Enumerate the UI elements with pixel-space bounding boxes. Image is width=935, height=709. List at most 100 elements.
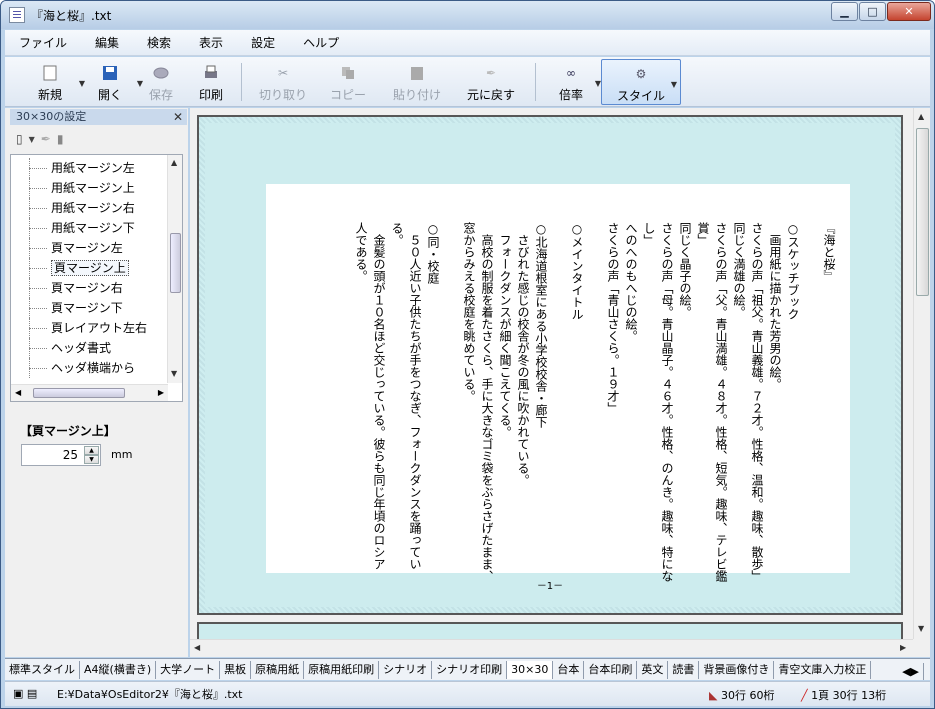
- text-column[interactable]: 同じく晶子の絵。: [676, 222, 694, 562]
- tab-manuscript[interactable]: 原稿用紙: [251, 660, 305, 679]
- copy-button[interactable]: コピー: [323, 59, 373, 105]
- menu-edit[interactable]: 編集: [81, 34, 133, 51]
- open-button[interactable]: 開く ▼: [87, 59, 143, 105]
- new-button[interactable]: 新規 ▼: [25, 59, 85, 105]
- tree-item[interactable]: 用紙マージン上: [11, 178, 171, 198]
- tab-scenario[interactable]: シナリオ: [379, 660, 433, 679]
- tab-background-image[interactable]: 背景画像付き: [699, 660, 775, 679]
- tree-item[interactable]: ヘッダ書式: [11, 338, 171, 358]
- style-button[interactable]: ⚙ スタイル ▼: [601, 59, 681, 105]
- tab-aozora[interactable]: 青空文庫入力校正: [774, 660, 872, 679]
- text-column[interactable]: ○メインタイトル: [568, 222, 586, 562]
- text-column[interactable]: 高校の制服を着たさくら、手に大きなゴミ袋をぶらさげたまま、: [478, 222, 496, 582]
- minimize-button[interactable]: ▁: [831, 2, 858, 21]
- page[interactable]: 『海と桜』 ○スケッチブック 画用紙に描かれた芳男の絵。 さくらの声「祖父。青山義雄…: [266, 184, 850, 582]
- settings-tree[interactable]: 用紙マージン左 用紙マージン上 用紙マージン右 用紙マージン下 頁マージン左 頁…: [10, 154, 183, 402]
- scroll-right-icon[interactable]: ▶: [900, 643, 906, 652]
- tree-item-selected[interactable]: 頁マージン上: [11, 258, 171, 278]
- tab-scenario-print[interactable]: シナリオ印刷: [432, 660, 508, 679]
- zoom-button[interactable]: ∞ 倍率 ▼: [551, 59, 601, 105]
- text-column[interactable]: 画用紙に描かれた芳男の絵。: [766, 222, 784, 562]
- scroll-up-icon[interactable]: ▲: [171, 158, 177, 167]
- text-column[interactable]: 人である。: [352, 222, 370, 562]
- settings-panel: 30×30の設定 ✕ ▯ ▼ ✒ ▮ 用紙マージン左 用紙マージン上 用紙マージ…: [5, 108, 188, 657]
- text-column[interactable]: ○スケッチブック: [784, 222, 802, 562]
- title-bar[interactable]: 『海と桜』.txt ▁ □ ✕: [1, 1, 934, 29]
- scroll-down-icon[interactable]: ▼: [918, 624, 924, 633]
- text-column[interactable]: 金髪の頭が１０名ほど交じっている。彼らも同じ年頃のロシア: [370, 222, 388, 570]
- tab-blackboard[interactable]: 黒板: [220, 660, 252, 679]
- close-button[interactable]: ✕: [887, 2, 931, 21]
- scroll-down-icon[interactable]: ▼: [171, 369, 177, 378]
- text-column[interactable]: 『海と桜』: [820, 222, 838, 562]
- text-column[interactable]: さびれた感じの校舎が冬の風に吹かれている。: [514, 222, 532, 562]
- page-icon[interactable]: ▮: [57, 132, 64, 146]
- text-column[interactable]: ○北海道根室にある小学校校舎・廊下: [532, 222, 550, 562]
- tab-a4[interactable]: A4縦(横書き): [80, 660, 157, 679]
- tab-scroll-icon[interactable]: ◀▶: [898, 663, 924, 680]
- menu-file[interactable]: ファイル: [5, 34, 81, 51]
- tree-item[interactable]: 頁マージン下: [11, 298, 171, 318]
- tab-english[interactable]: 英文: [637, 660, 669, 679]
- tree-item[interactable]: 頁レイアウト左右: [11, 318, 171, 338]
- text-column[interactable]: し」: [640, 222, 658, 562]
- chevron-down-icon[interactable]: ▼: [29, 135, 35, 144]
- text-column[interactable]: 賞」: [694, 222, 712, 562]
- scroll-right-icon[interactable]: ▶: [158, 388, 164, 397]
- scroll-thumb[interactable]: [916, 128, 929, 296]
- text-column[interactable]: へのへのもへじの絵。: [622, 222, 640, 562]
- tab-script-print[interactable]: 台本印刷: [584, 660, 638, 679]
- text-column[interactable]: さくらの声「父。青山満雄。４８才。性格、短気。趣味、テレビ鑑: [712, 222, 730, 582]
- chevron-down-icon[interactable]: ▼: [671, 80, 677, 89]
- chevron-down-icon[interactable]: ▼: [79, 79, 85, 88]
- text-column[interactable]: さくらの声「祖父。青山義雄。７２才。性格、温和。趣味、散歩」: [748, 222, 766, 582]
- menu-settings[interactable]: 設定: [237, 34, 289, 51]
- undo-button[interactable]: ✒ 元に戻す: [461, 59, 521, 105]
- tree-vertical-scrollbar[interactable]: ▲ ▼: [167, 155, 182, 383]
- text-column[interactable]: 窓からみえる校庭を眺めている。: [460, 222, 478, 562]
- tree-item[interactable]: 用紙マージン左: [11, 158, 171, 178]
- spin-up-icon[interactable]: ▲: [84, 446, 99, 455]
- new-icon[interactable]: ▯: [16, 132, 23, 146]
- text-column[interactable]: ５０人近い子供たちが手をつなぎ、フォークダンスを踊ってい: [406, 222, 424, 570]
- tree-item[interactable]: 用紙マージン右: [11, 198, 171, 218]
- scroll-thumb[interactable]: [33, 388, 125, 398]
- margin-stepper[interactable]: ▲ ▼: [21, 444, 101, 466]
- menu-help[interactable]: ヘルプ: [289, 34, 353, 51]
- print-button[interactable]: 印刷: [191, 59, 231, 105]
- menu-view[interactable]: 表示: [185, 34, 237, 51]
- tab-script[interactable]: 台本: [553, 660, 585, 679]
- text-column[interactable]: フォークダンスが細く聞こえてくる。: [496, 222, 514, 562]
- tree-item[interactable]: 用紙マージン下: [11, 218, 171, 238]
- tab-notebook[interactable]: 大学ノート: [156, 660, 221, 679]
- tab-manuscript-print[interactable]: 原稿用紙印刷: [304, 660, 380, 679]
- scroll-thumb[interactable]: [170, 233, 181, 293]
- save-button[interactable]: 保存: [141, 59, 181, 105]
- spin-down-icon[interactable]: ▼: [84, 455, 99, 464]
- vertical-text[interactable]: 『海と桜』 ○スケッチブック 画用紙に描かれた芳男の絵。 さくらの声「祖父。青山義雄…: [266, 222, 850, 582]
- paste-button[interactable]: 貼り付け: [389, 59, 445, 105]
- scroll-up-icon[interactable]: ▲: [918, 112, 924, 121]
- close-icon[interactable]: ✕: [173, 109, 183, 125]
- menu-search[interactable]: 検索: [133, 34, 185, 51]
- vertical-scrollbar[interactable]: ▲ ▼: [913, 108, 930, 639]
- tree-item[interactable]: ヘッダ横端から: [11, 358, 171, 378]
- maximize-button[interactable]: □: [859, 2, 886, 21]
- scroll-left-icon[interactable]: ◀: [194, 643, 200, 652]
- scroll-left-icon[interactable]: ◀: [15, 388, 21, 397]
- pen-icon[interactable]: ✒: [41, 132, 51, 146]
- text-column[interactable]: る。: [388, 222, 406, 562]
- text-column[interactable]: さくらの声「母。青山晶子。４６才。性格、のんき。趣味、特にな: [658, 222, 676, 582]
- text-column[interactable]: 同じく満雄の絵。: [730, 222, 748, 562]
- tab-30x30[interactable]: 30×30: [507, 660, 554, 679]
- tab-reading[interactable]: 読書: [668, 660, 700, 679]
- tree-horizontal-scrollbar[interactable]: ◀ ▶: [11, 384, 168, 401]
- tree-item[interactable]: 頁マージン右: [11, 278, 171, 298]
- tab-standard[interactable]: 標準スタイル: [5, 660, 80, 679]
- margin-value-input[interactable]: [22, 445, 82, 465]
- text-column[interactable]: ○同・校庭: [424, 222, 442, 562]
- text-column[interactable]: さくらの声「青山さくら。１９才」: [604, 222, 622, 562]
- cut-button[interactable]: ✂ 切り取り: [255, 59, 311, 105]
- horizontal-scrollbar[interactable]: ◀ ▶: [190, 639, 913, 657]
- tree-item[interactable]: 頁マージン左: [11, 238, 171, 258]
